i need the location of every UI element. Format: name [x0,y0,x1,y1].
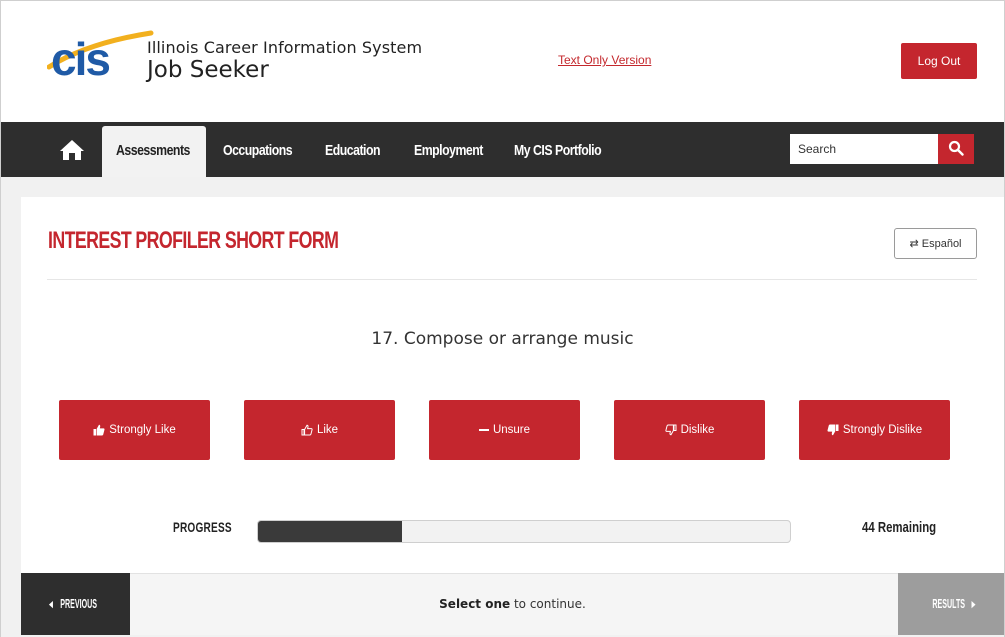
thumbs-up-outline-icon [301,424,313,436]
thumbs-up-filled-icon [93,424,105,436]
logo-text: cis [51,33,109,83]
select-instruction-bold: Select one [439,597,511,611]
strongly-like-button[interactable]: Strongly Like [59,400,210,460]
progress-bar [257,520,791,543]
like-button[interactable]: Like [244,400,395,460]
select-instruction-rest: to continue. [510,597,586,611]
search-input[interactable] [790,134,938,164]
cis-logo[interactable]: cis [47,23,157,83]
thumbs-down-outline-icon [664,424,677,436]
results-button[interactable]: RESULTS ▸ [898,573,1004,635]
dislike-button[interactable]: Dislike [614,400,765,460]
nav-tab-education[interactable]: Education [325,122,381,177]
swap-icon: ⇄ [909,238,919,250]
site-subtitle: Job Seeker [147,57,269,83]
espanol-label: Español [921,238,962,250]
remaining-count: 44 Remaining [862,519,937,536]
thumbs-down-filled-icon [827,424,839,436]
espanol-button[interactable]: ⇄ Español [894,228,977,259]
nav-tab-assessments[interactable]: Assessments [116,122,190,177]
unsure-label: Unsure [492,424,531,436]
caret-right-icon: ▸ [971,596,975,611]
select-instruction: Select one to continue. [1,597,1004,611]
text-only-version-link[interactable]: Text Only Version [558,53,651,67]
logout-button[interactable]: Log Out [901,43,977,79]
system-name: Illinois Career Information System [147,38,423,57]
like-label: Like [316,424,339,436]
progress-label: PROGRESS [173,519,232,535]
search-button[interactable] [938,134,974,164]
question-text: 17. Compose or arrange music [371,329,634,349]
progress-bar-fill [258,521,402,542]
page-title: INTEREST PROFILER SHORT FORM [48,227,339,254]
home-icon[interactable] [59,138,85,162]
strongly-dislike-label: Strongly Dislike [842,424,923,436]
site-identity: Illinois Career Information System Job S… [147,38,422,83]
nav-tab-employment[interactable]: Employment [414,122,483,177]
results-label: RESULTS [932,596,965,611]
nav-tab-my-cis-portfolio[interactable]: My CIS Portfolio [514,122,602,177]
strongly-like-label: Strongly Like [109,424,176,436]
unsure-button[interactable]: Unsure [429,400,580,460]
search-icon [948,140,964,156]
dislike-label: Dislike [680,424,715,436]
nav-tab-occupations[interactable]: Occupations [223,122,293,177]
minus-icon [478,429,489,431]
strongly-dislike-button[interactable]: Strongly Dislike [799,400,950,460]
title-divider [47,279,977,280]
header: cis Illinois Career Information System J… [1,1,1004,122]
